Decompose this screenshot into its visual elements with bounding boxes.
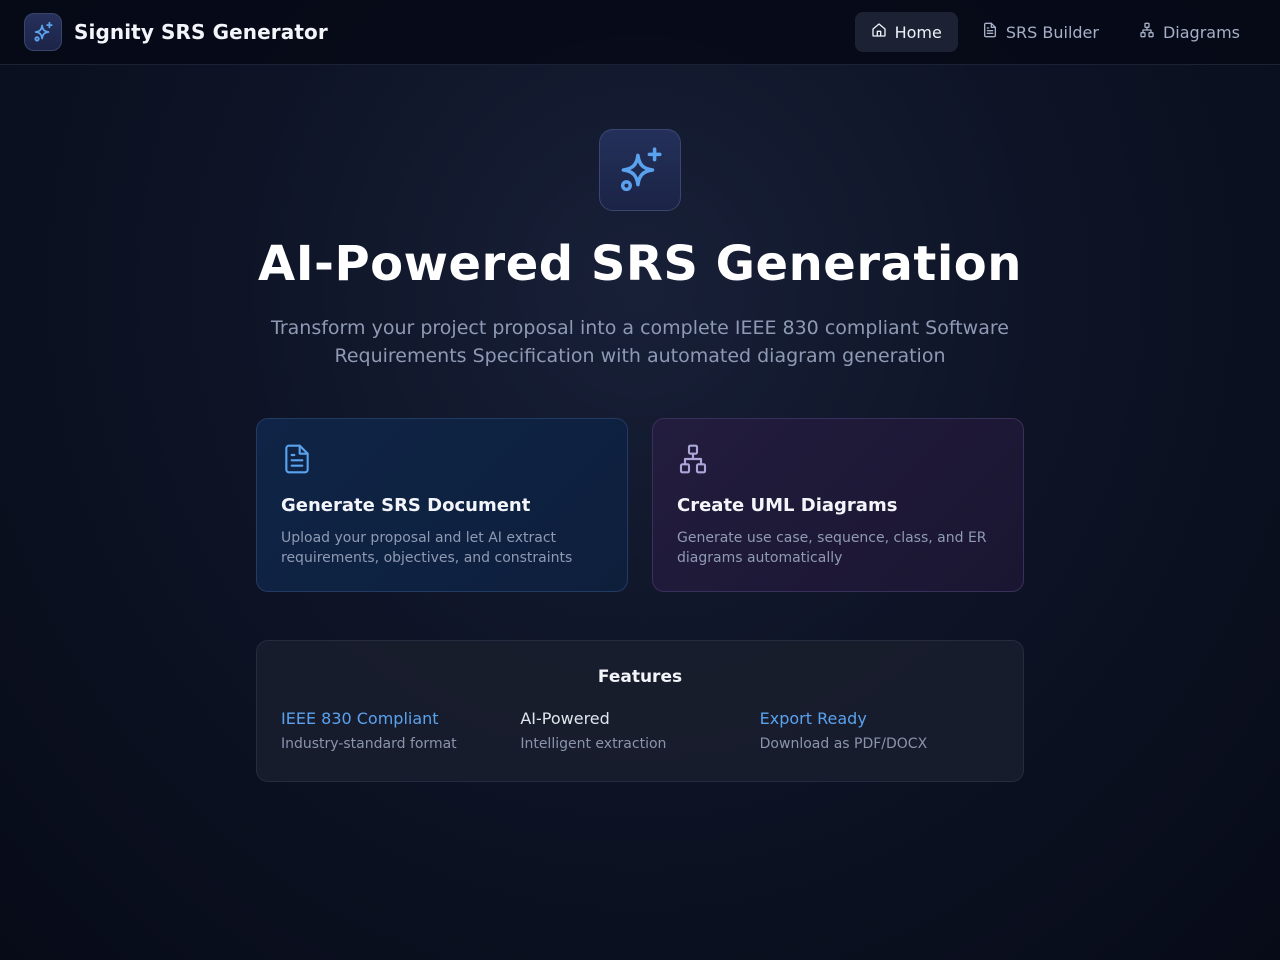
nav-item-label: Diagrams [1162, 22, 1240, 42]
card-description: Upload your proposal and let AI extract … [281, 530, 573, 566]
document-icon [982, 22, 998, 42]
feature-item: AI-Powered Intelligent extraction [520, 709, 759, 752]
card-description: Generate use case, sequence, class, and … [677, 530, 987, 566]
sitemap-icon [677, 443, 709, 475]
feature-description: Intelligent extraction [520, 736, 667, 752]
feature-name: IEEE 830 Compliant [281, 709, 439, 728]
generate-srs-card[interactable]: Generate SRS Document Upload your propos… [256, 418, 628, 592]
page-subtitle: Transform your project proposal into a c… [271, 317, 1009, 367]
top-navigation-bar: Signity SRS Generator Home SRS Builder D… [0, 0, 1280, 65]
page-title: AI-Powered SRS Generation [258, 236, 1022, 292]
document-icon [281, 443, 313, 475]
feature-item: IEEE 830 Compliant Industry-standard for… [281, 709, 520, 752]
feature-name: Export Ready [759, 709, 867, 728]
feature-description: Industry-standard format [281, 736, 457, 752]
nav-item-label: Home [894, 22, 942, 42]
card-title: Create UML Diagrams [677, 495, 898, 516]
feature-name: AI-Powered [520, 709, 610, 728]
sitemap-icon [1139, 22, 1155, 42]
card-title: Generate SRS Document [281, 495, 531, 516]
feature-item: Export Ready Download as PDF/DOCX [760, 709, 999, 752]
sparkles-icon [599, 129, 681, 211]
features-list: IEEE 830 Compliant Industry-standard for… [281, 709, 999, 752]
nav-item-home[interactable]: Home [854, 12, 958, 52]
nav-item-label: SRS Builder [1005, 22, 1099, 42]
features-title: Features [597, 667, 683, 687]
sparkles-icon [24, 13, 62, 51]
home-icon [871, 22, 887, 42]
nav-item-srs-builder[interactable]: SRS Builder [966, 12, 1115, 52]
nav-item-diagrams[interactable]: Diagrams [1123, 12, 1256, 52]
feature-description: Download as PDF/DOCX [759, 736, 928, 752]
brand[interactable]: Signity SRS Generator [24, 13, 328, 51]
app-title: Signity SRS Generator [74, 20, 328, 44]
main-nav: Home SRS Builder Diagrams [854, 12, 1256, 52]
create-uml-card[interactable]: Create UML Diagrams Generate use case, s… [652, 418, 1024, 592]
features-panel: Features IEEE 830 Compliant Industry-sta… [256, 640, 1024, 782]
